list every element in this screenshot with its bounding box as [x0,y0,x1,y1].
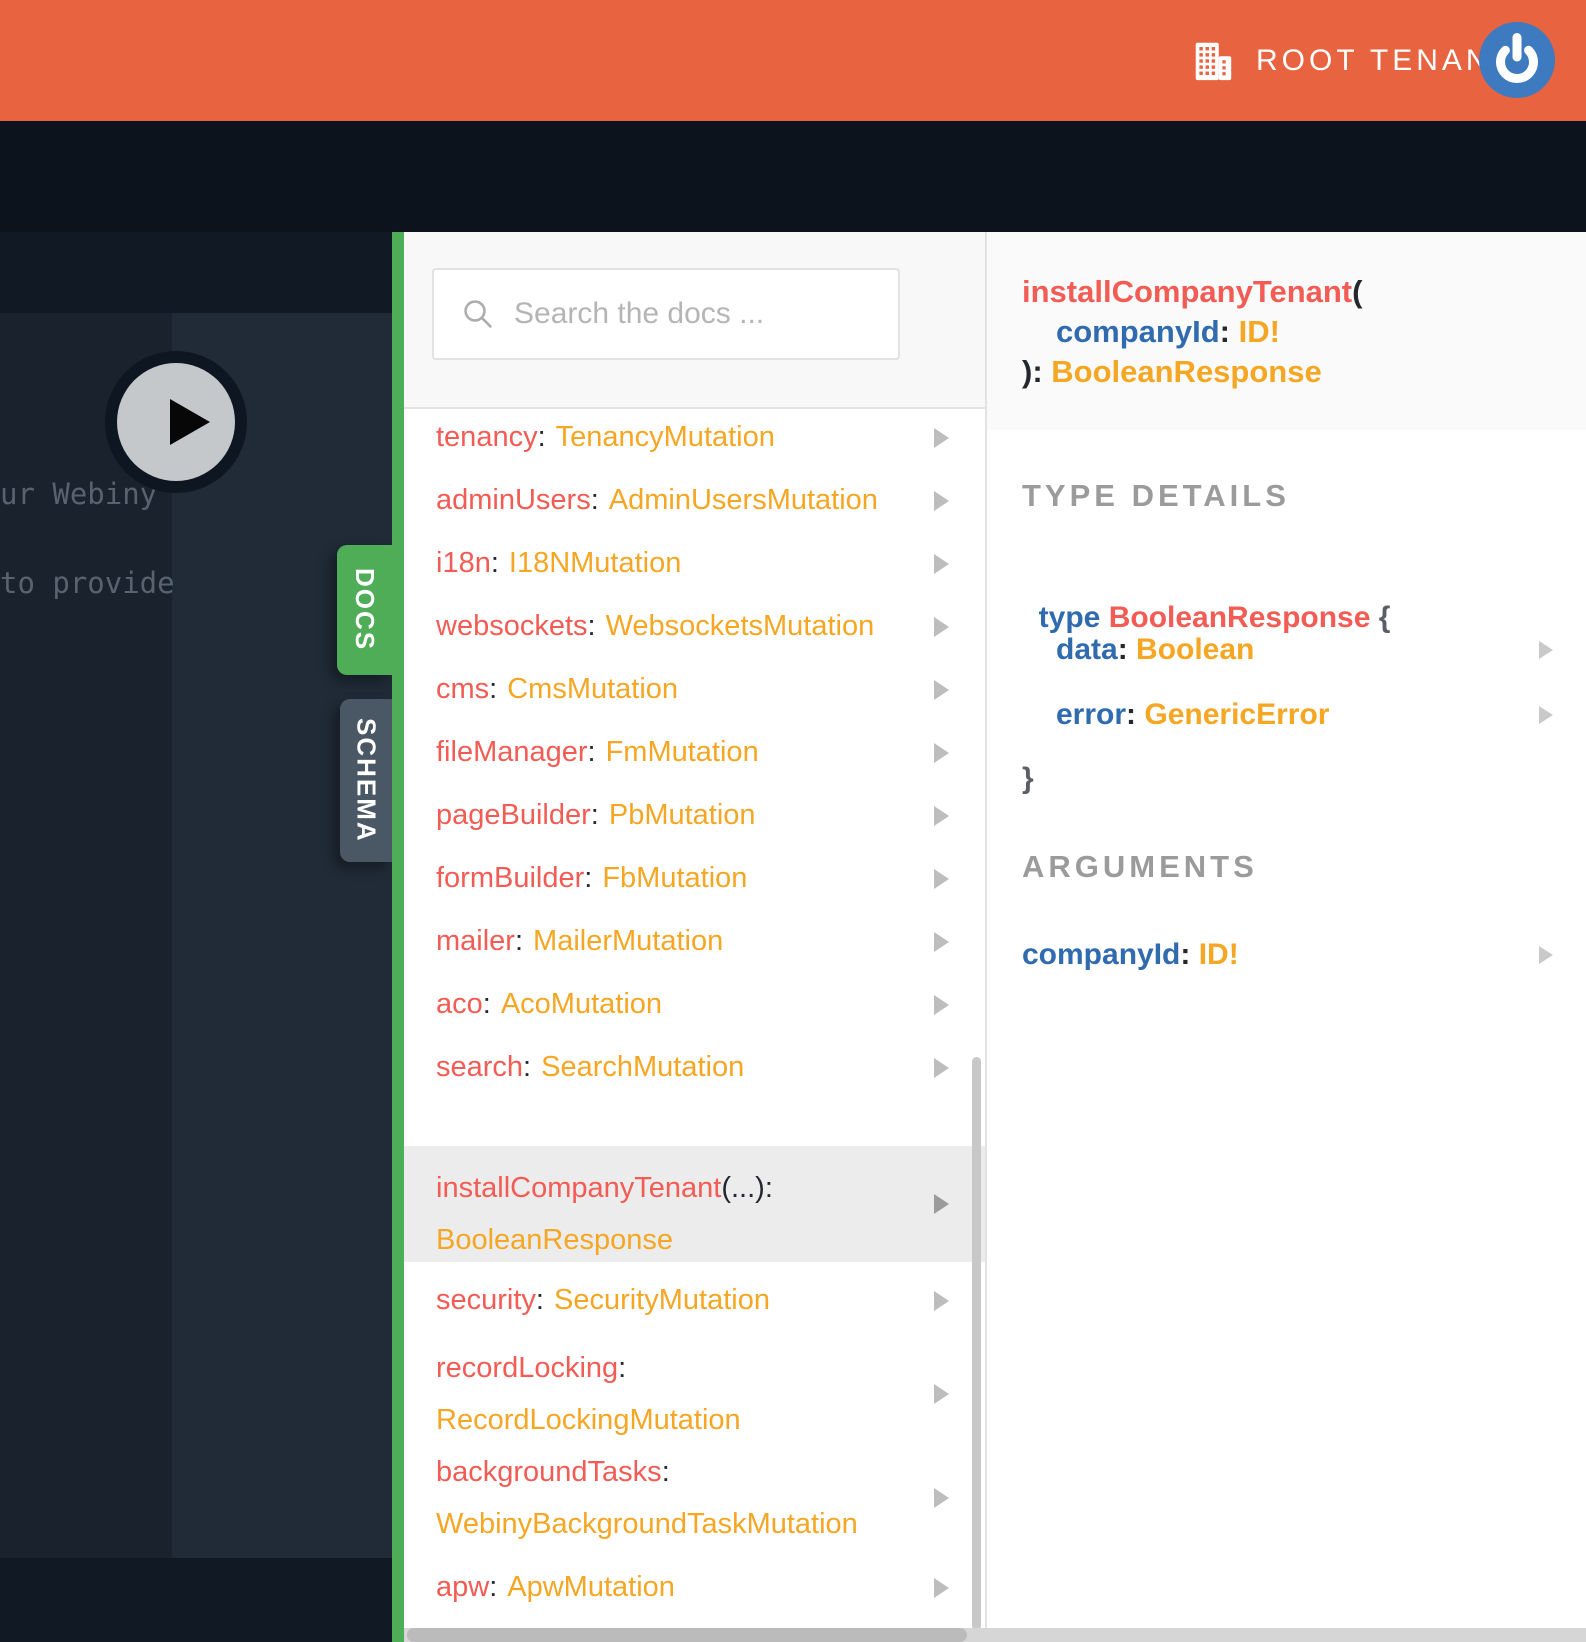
chevron-right-icon[interactable] [934,679,949,700]
chevron-right-icon[interactable] [934,1290,949,1311]
chevron-right-icon[interactable] [934,1057,949,1078]
chevron-right-icon[interactable] [934,1577,949,1598]
doc-field-row[interactable]: security: SecurityMutation [404,1269,985,1332]
argument-row[interactable]: companyId: ID! [987,933,1586,977]
doc-field-row[interactable]: websockets: WebsocketsMutation [404,595,985,658]
docs-panel-accent-edge[interactable] [392,232,404,1642]
schema-tab-label: SCHEMA [351,718,382,843]
doc-field-row[interactable]: aco: AcoMutation [404,973,985,1036]
doc-field-row[interactable]: tenancy: TenancyMutation [404,406,985,469]
chevron-right-icon[interactable] [934,994,949,1015]
type-close-brace: } [1022,762,1034,795]
arguments-heading: ARGUMENTS [1022,849,1258,884]
doc-field-row[interactable]: pageBuilder: PbMutation [404,784,985,847]
vertical-scrollbar-thumb[interactable] [972,1057,981,1630]
doc-field-row[interactable]: i18n: I18NMutation [404,532,985,595]
doc-field-row-selected[interactable]: installCompanyTenant(...): BooleanRespon… [404,1146,985,1262]
signature-line-1: installCompanyTenant( [1022,274,1363,309]
chevron-right-icon[interactable] [934,742,949,763]
chevron-right-icon[interactable] [934,931,949,952]
session-tab-bar: adless CMS - Preview API + [0,121,1586,353]
doc-field-row[interactable]: recordLocking: RecordLockingMutation [404,1342,985,1446]
editor-code-line: ur Webiny [0,477,158,511]
signature-line-2: companyId: ID! [1056,314,1280,349]
play-button-circle [117,363,235,481]
editor-code-line: to provide [0,566,175,600]
tab-schema[interactable]: SCHEMA [340,699,392,862]
chevron-right-icon[interactable] [934,1488,949,1508]
doc-field-row[interactable]: adminUsers: AdminUsersMutation [404,469,985,532]
chevron-right-icon[interactable] [934,616,949,637]
editor-code-panel [172,313,392,1558]
top-bar: ROOT TENANT [0,0,1586,121]
execute-query-button[interactable] [105,351,247,493]
type-field-row[interactable]: error: GenericError [987,693,1586,737]
chevron-right-icon[interactable] [934,1194,949,1214]
chevron-right-icon[interactable] [934,1384,949,1404]
horizontal-scrollbar-thumb[interactable] [407,1628,967,1642]
play-icon [170,399,210,445]
type-declaration-line: type BooleanResponse { [1038,601,1391,634]
tenant-selector[interactable]: ROOT TENANT [1190,0,1514,121]
doc-field-row[interactable]: mailer: MailerMutation [404,910,985,973]
signature-line-3: ): BooleanResponse [1022,354,1322,389]
chevron-right-icon[interactable] [1539,641,1553,659]
type-details-heading: TYPE DETAILS [1022,478,1290,513]
chevron-right-icon[interactable] [934,805,949,826]
docs-search-box[interactable] [432,268,900,360]
power-logo-button[interactable] [1477,20,1557,100]
building-icon [1190,38,1236,84]
chevron-right-icon[interactable] [934,868,949,889]
tenant-label: ROOT TENANT [1256,43,1514,77]
docs-tab-label: DOCS [350,568,380,652]
doc-field-row[interactable]: apw: ApwMutation [404,1556,985,1619]
chevron-right-icon[interactable] [934,427,949,448]
search-input[interactable] [512,296,896,332]
chevron-right-icon[interactable] [1539,706,1553,724]
chevron-right-icon[interactable] [1539,946,1553,964]
chevron-right-icon[interactable] [934,553,949,574]
doc-field-row[interactable]: search: SearchMutation [404,1036,985,1099]
doc-field-row[interactable]: fileManager: FmMutation [404,721,985,784]
doc-field-row[interactable]: cms: CmsMutation [404,658,985,721]
doc-field-row[interactable]: formBuilder: FbMutation [404,847,985,910]
tab-docs[interactable]: DOCS [337,545,392,675]
search-icon [460,296,496,332]
chevron-right-icon[interactable] [934,490,949,511]
type-field-row[interactable]: data: Boolean [987,628,1586,672]
doc-field-row[interactable]: backgroundTasks: WebinyBackgroundTaskMut… [404,1446,985,1550]
